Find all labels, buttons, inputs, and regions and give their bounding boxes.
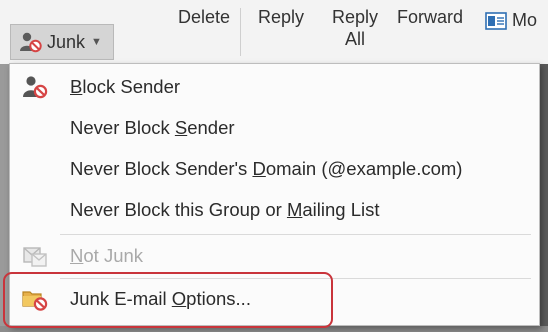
block-sender-label: Block Sender [70,76,181,97]
move-label: Mo [512,10,538,30]
junk-button[interactable]: Junk ▼ [10,24,114,60]
reply-all-button[interactable]: Reply All [332,6,378,50]
junk-email-options-label: Junk E-mail Options... [70,288,251,309]
menu-item-never-block-sender[interactable]: Never Block Sender [10,108,539,148]
junk-person-block-icon [20,32,42,53]
background-panel-left [0,64,9,332]
not-junk-label: Not Junk [70,245,144,266]
delete-label: Delete [178,7,231,27]
reply-button[interactable]: Reply [258,6,304,28]
menu-item-block-sender[interactable]: Block Sender [10,67,539,107]
move-button[interactable]: Mo [485,10,537,31]
never-block-domain-label: Never Block Sender's Domain (@example.co… [70,158,463,179]
not-junk-icon [23,247,47,267]
reply-all-label-line1: Reply [332,7,379,27]
forward-label: Forward [397,7,464,27]
menu-separator [60,234,531,235]
ribbon-separator [240,8,241,56]
never-block-group-label: Never Block this Group or Mailing List [70,199,380,220]
chevron-down-icon: ▼ [91,36,102,48]
block-sender-icon [23,76,48,99]
move-to-folder-icon [485,11,507,30]
never-block-sender-label: Never Block Sender [70,117,235,138]
forward-button[interactable]: Forward [397,6,463,28]
menu-item-never-block-group[interactable]: Never Block this Group or Mailing List [10,190,539,230]
junk-button-label: Junk [47,31,86,52]
menu-item-not-junk[interactable]: Not Junk [10,236,539,276]
reply-all-label-line2: All [345,29,366,49]
delete-button[interactable]: Delete [178,6,230,28]
background-panel-right [540,64,548,332]
junk-options-icon [22,291,48,311]
menu-item-never-block-domain[interactable]: Never Block Sender's Domain (@example.co… [10,149,539,189]
menu-item-junk-email-options[interactable]: Junk E-mail Options... [10,279,539,319]
reply-label: Reply [258,7,305,27]
background-panel-bottom [0,326,548,332]
ribbon: Junk ▼ Delete Reply Reply All Forward Mo [0,0,548,65]
junk-dropdown-menu: Block Sender Never Block Sender Never Bl… [9,63,540,326]
